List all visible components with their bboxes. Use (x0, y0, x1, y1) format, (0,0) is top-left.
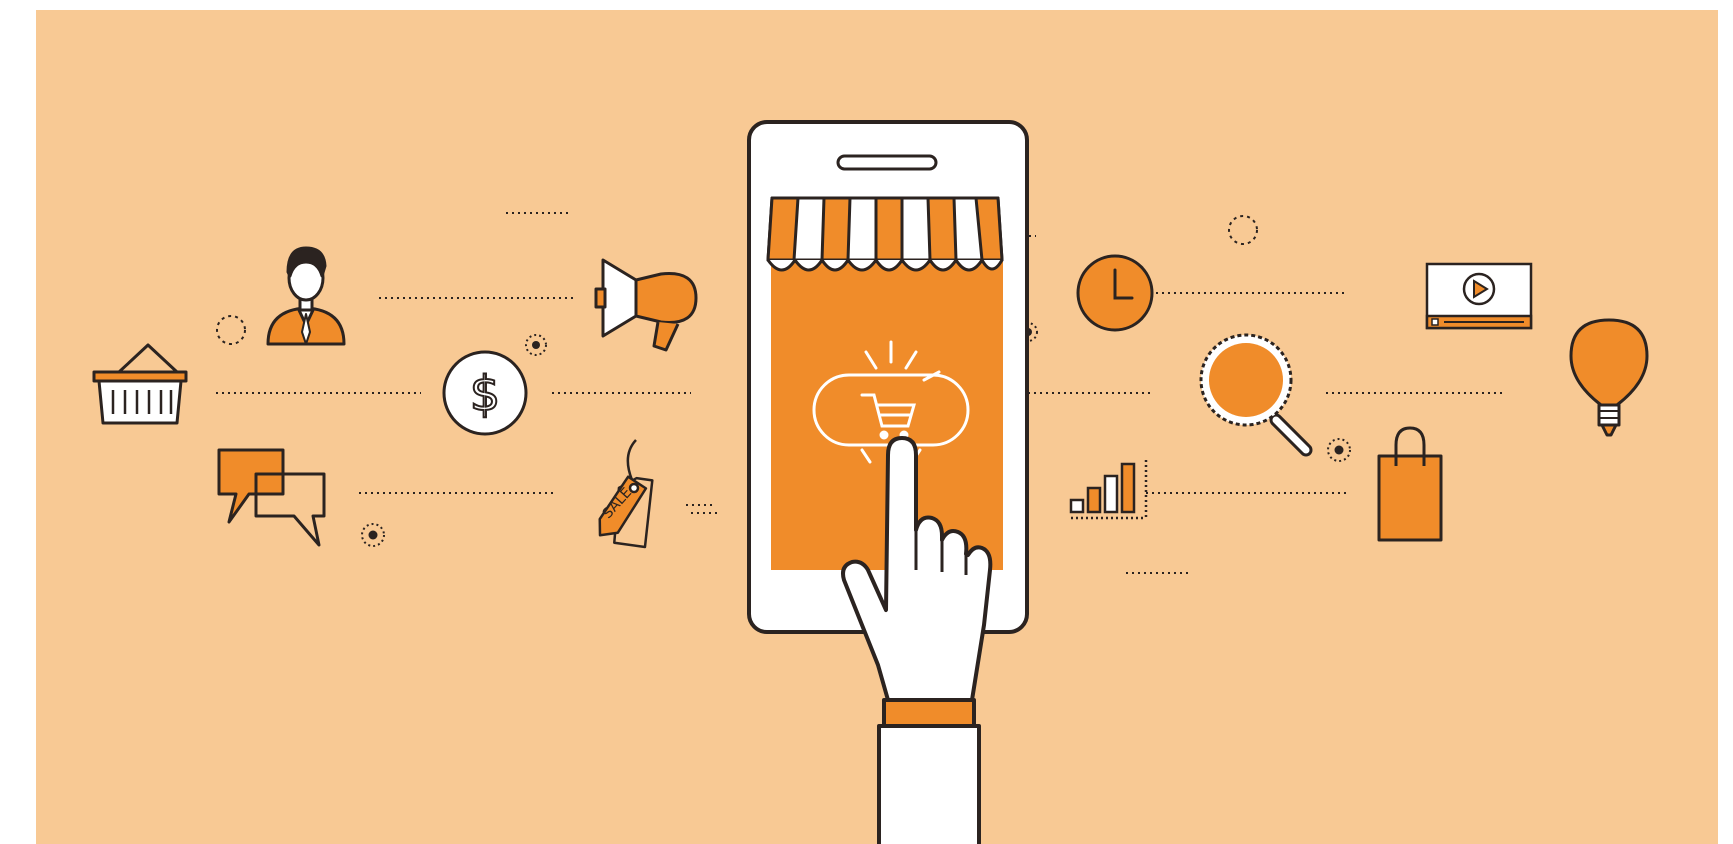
video-player-icon (1425, 262, 1533, 330)
clock-icon (1076, 254, 1154, 332)
dollar-symbol: $ (470, 366, 501, 422)
dollar-coin-icon: $ (442, 350, 528, 436)
awning (766, 196, 1004, 272)
illustration-canvas: $ SALE (36, 10, 1718, 844)
ecommerce-illustration: $ SALE (36, 10, 1718, 844)
